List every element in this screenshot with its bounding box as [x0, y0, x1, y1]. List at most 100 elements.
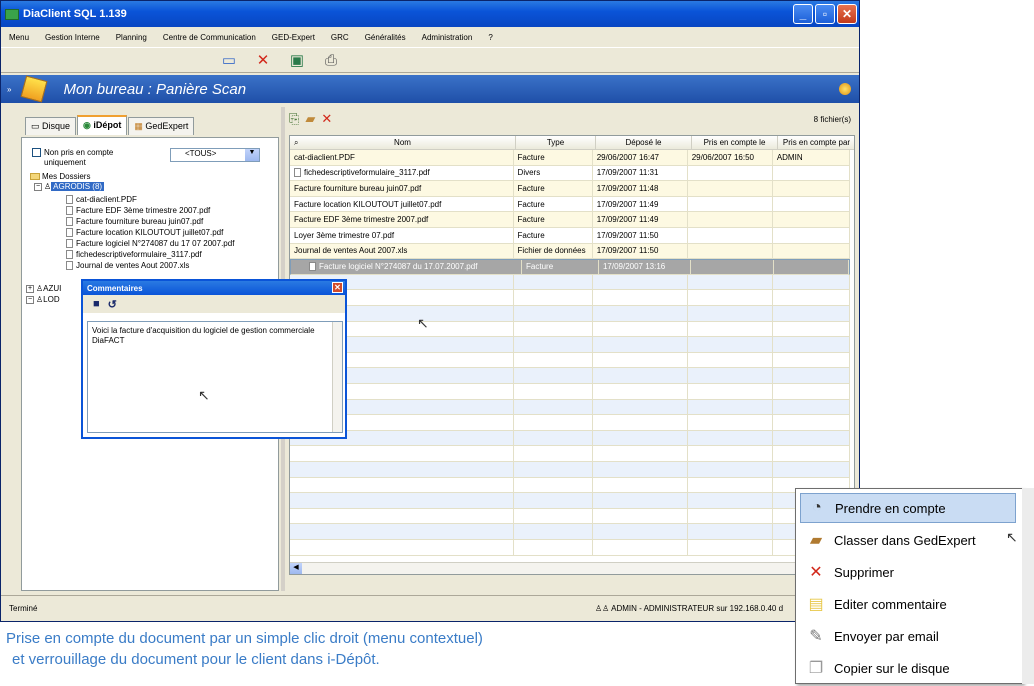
minimize-button[interactable]: _: [793, 4, 813, 24]
file-toolbar: ⎘ ▰ ✕: [289, 111, 332, 127]
table-row[interactable]: [290, 477, 850, 494]
table-row[interactable]: [290, 446, 850, 462]
menu-item-administration[interactable]: Administration: [422, 33, 473, 42]
non-pris-checkbox[interactable]: Non pris en compte uniquement: [32, 148, 124, 168]
table-row[interactable]: Loyer 3ème trimestre 07.pdf Facture 17/09/…: [290, 228, 850, 244]
tab-disque[interactable]: ▭ Disque: [25, 117, 77, 135]
table-cell: [514, 508, 593, 524]
table-row[interactable]: [290, 508, 850, 525]
table-row[interactable]: [290, 368, 850, 384]
print-icon[interactable]: ⎙: [321, 50, 341, 70]
vertical-scrollbar[interactable]: [332, 322, 342, 432]
col-header-type[interactable]: Type: [516, 136, 596, 149]
menu-item-planning[interactable]: Planning: [116, 33, 147, 42]
table-row[interactable]: fichedescriptiveformulaire_3117.pdf Diver…: [290, 165, 850, 182]
monitor-icon[interactable]: ▭: [219, 50, 239, 70]
menu-item-generalites[interactable]: Généralités: [365, 33, 406, 42]
undo-icon[interactable]: ↺: [108, 298, 117, 311]
ctx-copier-disque[interactable]: ❐ Copier sur le disque: [800, 653, 1016, 683]
table-row[interactable]: [290, 524, 850, 540]
tree-node-azur[interactable]: + ♙AZUI: [26, 284, 61, 293]
col-header-nom[interactable]: ⌕ Nom: [290, 136, 516, 149]
table-row[interactable]: Facture location KILOUTOUT juillet07.pdf…: [290, 196, 850, 213]
close-button[interactable]: ✕: [837, 4, 857, 24]
scan-icon[interactable]: ⎘: [289, 111, 299, 127]
table-row[interactable]: [290, 337, 850, 353]
delete-icon[interactable]: ✕: [253, 50, 273, 70]
chevron-down-icon[interactable]: ▼: [245, 149, 259, 161]
app-window: DiaClient SQL 1.139 _ ▫ ✕ Menu Gestion I…: [0, 0, 860, 622]
cell-text: Facture: [517, 199, 545, 209]
horizontal-scrollbar[interactable]: ◀: [290, 562, 854, 574]
table-cell: [593, 321, 688, 337]
table-row[interactable]: Facture EDF 3ème trimestre 2007.pdf Factu…: [290, 212, 850, 228]
document-icon: [66, 206, 73, 216]
menu-item-ged-expert[interactable]: GED-Expert: [272, 33, 315, 42]
table-row[interactable]: Facture fourniture bureau juin07.pdf Fact…: [290, 181, 850, 197]
dialog-close-icon[interactable]: ✕: [332, 282, 343, 293]
table-cell: [688, 399, 773, 415]
idepot-icon: ◉: [83, 120, 94, 130]
col-header-depose[interactable]: Déposé le: [596, 136, 692, 149]
filter-select-value: <TOUS>: [185, 149, 217, 158]
filter-select[interactable]: <TOUS> ▼: [170, 148, 260, 162]
maximize-button[interactable]: ▫: [815, 4, 835, 24]
table-row[interactable]: [290, 274, 850, 291]
table-row[interactable]: [290, 352, 850, 369]
table-cell: [514, 337, 593, 352]
comment-textarea[interactable]: Voici la facture d'acquisition du logici…: [87, 321, 343, 433]
collapse-icon[interactable]: −: [26, 295, 34, 304]
table-cell: [688, 274, 773, 290]
table-row[interactable]: [290, 399, 850, 416]
collapse-icon[interactable]: −: [34, 182, 42, 191]
table-cell: [593, 368, 688, 383]
table-row[interactable]: [290, 306, 850, 322]
menu-item-centre-communication[interactable]: Centre de Communication: [163, 33, 256, 42]
refresh-orb-icon[interactable]: [839, 83, 851, 95]
expand-icon[interactable]: +: [26, 284, 34, 293]
delete-icon[interactable]: ✕: [321, 111, 332, 127]
tree-file[interactable]: Facture EDF 3ème trimestre 2007.pdf: [66, 206, 210, 216]
folder-move-icon[interactable]: ▰: [305, 111, 315, 127]
tree-file[interactable]: cat-diaclient.PDF: [66, 195, 137, 205]
table-cell: Facture: [514, 150, 593, 165]
table-row[interactable]: [290, 384, 850, 400]
book-icon[interactable]: ▣: [287, 50, 307, 70]
table-row[interactable]: [290, 290, 850, 306]
table-row[interactable]: [290, 540, 850, 556]
expand-icon[interactable]: »: [7, 85, 11, 94]
menu-item-grc[interactable]: GRC: [331, 33, 349, 42]
tree-file[interactable]: fichedescriptiveformulaire_3117.pdf: [66, 250, 202, 260]
ctx-prendre-en-compte[interactable]: ◔ Prendre en compte: [800, 493, 1016, 523]
menu-item-gestion-interne[interactable]: Gestion Interne: [45, 33, 100, 42]
table-row[interactable]: [290, 415, 850, 431]
ctx-envoyer-email[interactable]: ✎ Envoyer par email: [800, 621, 1016, 651]
save-icon[interactable]: ■: [93, 298, 100, 310]
tree-file[interactable]: Journal de ventes Aout 2007.xls: [66, 261, 189, 271]
table-row[interactable]: [290, 462, 850, 478]
col-header-pris-le[interactable]: Pris en compte le: [692, 136, 778, 149]
table-row[interactable]: [290, 321, 850, 338]
ctx-supprimer[interactable]: ✕ Supprimer: [800, 557, 1016, 587]
ctx-editer-commentaire[interactable]: ▤ Editer commentaire: [800, 589, 1016, 619]
menu-item-help[interactable]: ?: [488, 33, 492, 42]
col-header-pris-par[interactable]: Pris en compte par: [778, 136, 854, 149]
tree-company[interactable]: − ♙ AGRODIS (8): [34, 182, 105, 191]
checkbox-box[interactable]: [32, 148, 41, 157]
tab-gedexpert[interactable]: ▦ GedExpert: [128, 117, 195, 135]
table-row[interactable]: Facture logiciel N°274087 du 17.07.2007.…: [290, 259, 850, 275]
tree-node-lod[interactable]: − ♙LOD: [26, 295, 60, 304]
menu-item-menu[interactable]: Menu: [9, 33, 29, 42]
ctx-classer-gedexpert[interactable]: ▰ Classer dans GedExpert: [800, 525, 1016, 555]
table-row[interactable]: [290, 493, 850, 509]
cell-text: Facture: [526, 262, 554, 272]
tree-root[interactable]: Mes Dossiers: [30, 172, 90, 181]
tree-file[interactable]: Facture logiciel N°274087 du 17 07 2007.…: [66, 239, 234, 249]
tree-file[interactable]: Facture fourniture bureau juin07.pdf: [66, 217, 203, 227]
table-row[interactable]: cat-diaclient.PDF Facture 29/06/2007 16:47…: [290, 150, 850, 166]
tree-file[interactable]: Facture location KILOUTOUT juillet07.pdf: [66, 228, 223, 238]
scroll-left-icon[interactable]: ◀: [290, 563, 302, 574]
table-row[interactable]: Journal de ventes Aout 2007.xls Fichier d…: [290, 243, 850, 260]
tab-idepot[interactable]: ◉ iDépot: [77, 115, 128, 135]
table-row[interactable]: [290, 430, 850, 447]
